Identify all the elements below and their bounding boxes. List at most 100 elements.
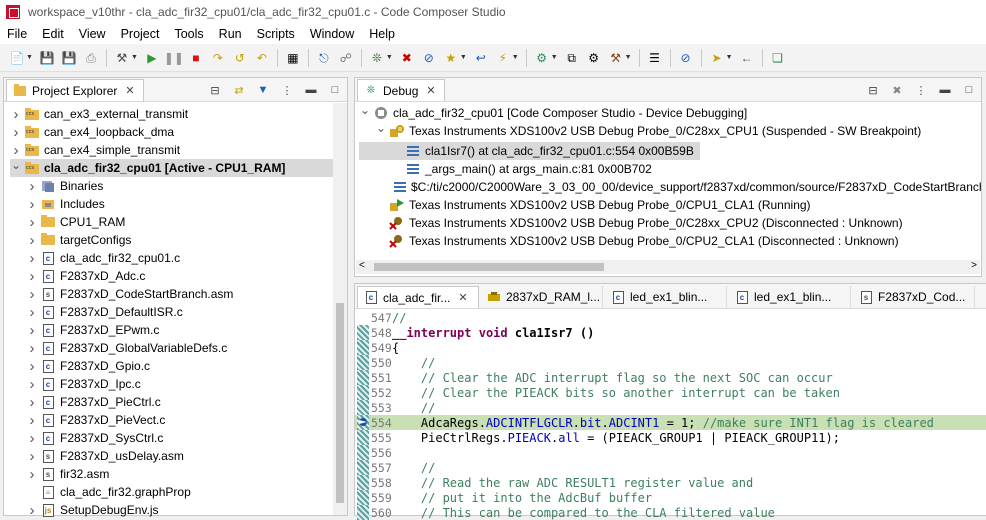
scroll-left-icon[interactable]: <: [359, 260, 365, 271]
menu-item-edit[interactable]: Edit: [35, 27, 72, 41]
collapsed-arrow-icon[interactable]: ›: [10, 142, 22, 159]
maximize-icon[interactable]: □: [327, 82, 343, 98]
debug-horizontal-scrollbar[interactable]: < >: [356, 260, 980, 274]
debug-config-icon[interactable]: ⚙: [534, 50, 550, 66]
code-line[interactable]: 547//: [355, 310, 986, 325]
project-tree-item[interactable]: › c cla_adc_fir32_cpu01.c: [10, 249, 347, 267]
project-tree-item[interactable]: › c F2837xD_Adc.c: [10, 267, 347, 285]
debug-config-dropdown-icon[interactable]: ▼: [551, 54, 558, 61]
tools-icon[interactable]: ⚒: [608, 50, 624, 66]
run-dropdown-icon[interactable]: ▼: [726, 54, 733, 61]
editor-tab[interactable]: 2837xD_RAM_l...: [481, 286, 603, 308]
code-line[interactable]: 557 //: [355, 460, 986, 475]
project-tree-item[interactable]: › ccs can_ex3_external_transmit: [10, 105, 347, 123]
back-icon[interactable]: ←: [739, 50, 755, 66]
flash-icon[interactable]: ⚡: [495, 50, 511, 66]
resume-icon[interactable]: ▶: [144, 50, 160, 66]
menu-item-scripts[interactable]: Scripts: [250, 27, 303, 41]
debug-tree-item[interactable]: cla1Isr7() at cla_adc_fir32_cpu01.c:554 …: [359, 142, 700, 160]
project-tree-item[interactable]: ≡ cla_adc_fir32.graphProp: [10, 483, 347, 501]
debug-tree-item[interactable]: Texas Instruments XDS100v2 USB Debug Pro…: [359, 232, 981, 250]
project-tree-item[interactable]: › js SetupDebugEnv.js: [10, 501, 347, 519]
minimize-icon[interactable]: ▬: [937, 82, 953, 98]
filter-icon[interactable]: ▼: [255, 82, 271, 98]
project-tree-item[interactable]: › Includes: [10, 195, 347, 213]
collapsed-arrow-icon[interactable]: ›: [26, 412, 38, 429]
project-tree-item[interactable]: › c F2837xD_Gpio.c: [10, 357, 347, 375]
debug-tree-item[interactable]: _args_main() at args_main.c:81 0x00B702: [359, 160, 981, 178]
collapsed-arrow-icon[interactable]: ›: [26, 340, 38, 357]
menu-item-window[interactable]: Window: [303, 27, 362, 41]
collapsed-arrow-icon[interactable]: ›: [10, 124, 22, 141]
save-icon[interactable]: 💾: [39, 50, 55, 66]
collapsed-arrow-icon[interactable]: ›: [26, 178, 38, 195]
collapsed-arrow-icon[interactable]: ›: [26, 304, 38, 321]
code-line[interactable]: 550 //: [355, 355, 986, 370]
menu-item-project[interactable]: Project: [114, 27, 168, 41]
code-editor[interactable]: 547//548 __interrupt void cla1Isr7 () 549{…: [355, 309, 986, 520]
scrollbar-thumb[interactable]: [374, 263, 604, 271]
collapsed-arrow-icon[interactable]: ›: [26, 394, 38, 411]
scroll-right-icon[interactable]: >: [971, 260, 977, 271]
project-tree-item[interactable]: ⌄ ccs cla_adc_fir32_cpu01 [Active - CPU1_R…: [10, 158, 347, 177]
project-explorer-scrollbar[interactable]: [333, 103, 347, 515]
project-tree-item[interactable]: › Binaries: [10, 177, 347, 195]
project-tree-item[interactable]: › s F2837xD_usDelay.asm: [10, 447, 347, 465]
project-tree-item[interactable]: › CPU1_RAM: [10, 213, 347, 231]
project-tree-item[interactable]: › c F2837xD_PieVect.c: [10, 411, 347, 429]
new-icon[interactable]: 📄: [9, 50, 25, 66]
console-icon[interactable]: ☰: [647, 50, 663, 66]
debug-tree-item[interactable]: ⌄ Texas Instruments XDS100v2 USB Debug Pr…: [359, 121, 981, 140]
project-tree-item[interactable]: › c F2837xD_GlobalVariableDefs.c: [10, 339, 347, 357]
tab-project-explorer[interactable]: Project Explorer ✕: [6, 79, 144, 101]
collapsed-arrow-icon[interactable]: ›: [26, 322, 38, 339]
editor-tab[interactable]: c led_ex1_blin...: [729, 286, 851, 308]
connect-icon[interactable]: ⎋: [316, 50, 332, 66]
minimize-icon[interactable]: ▬: [303, 82, 319, 98]
editor-tab[interactable]: c cla_adc_fir... ✕: [357, 286, 479, 308]
debug-tree-item[interactable]: $C:/ti/c2000/C2000Ware_3_03_00_00/device…: [359, 178, 981, 196]
close-icon[interactable]: ✕: [125, 84, 134, 97]
debug-dropdown-icon[interactable]: ▼: [386, 54, 393, 61]
memory-icon[interactable]: ▦: [285, 50, 301, 66]
code-line[interactable]: 556: [355, 445, 986, 460]
collapsed-arrow-icon[interactable]: ›: [26, 196, 38, 213]
collapsed-arrow-icon[interactable]: ›: [26, 214, 38, 231]
step-over-icon[interactable]: ↺: [232, 50, 248, 66]
collapsed-arrow-icon[interactable]: ›: [26, 268, 38, 285]
step-into-icon[interactable]: ↷: [210, 50, 226, 66]
scrollbar-thumb[interactable]: [336, 303, 344, 503]
open-perspective-icon[interactable]: ❏: [770, 50, 786, 66]
project-tree-item[interactable]: › s fir32.asm: [10, 465, 347, 483]
suspend-icon[interactable]: ❚❚: [164, 50, 184, 66]
collapsed-arrow-icon[interactable]: ›: [26, 376, 38, 393]
code-line[interactable]: 560 // This can be compared to the CLA f…: [355, 505, 986, 520]
code-line[interactable]: 551 // Clear the ADC interrupt flag so t…: [355, 370, 986, 385]
code-line[interactable]: 559 // put it into the AdcBuf buffer: [355, 490, 986, 505]
project-tree-item[interactable]: › ccs can_ex4_loopback_dma: [10, 123, 347, 141]
expanded-arrow-icon[interactable]: ⌄: [10, 158, 22, 172]
project-tree-item[interactable]: › s F2837xD_CodeStartBranch.asm: [10, 285, 347, 303]
code-line[interactable]: 552 // Clear the PIEACK bits so another …: [355, 385, 986, 400]
editor-tab[interactable]: s F2837xD_Cod...: [853, 286, 975, 308]
run-to-line-icon[interactable]: ➤: [709, 50, 725, 66]
code-line[interactable]: 555 PieCtrlRegs.PIEACK.all = (PIEACK_GRO…: [355, 430, 986, 445]
code-line[interactable]: 549{: [355, 340, 986, 355]
collapsed-arrow-icon[interactable]: ›: [26, 232, 38, 249]
menu-item-view[interactable]: View: [72, 27, 114, 41]
debug-tree-item[interactable]: Texas Instruments XDS100v2 USB Debug Pro…: [359, 196, 981, 214]
collapse-all-icon[interactable]: ⊟: [207, 82, 223, 98]
expressions-icon[interactable]: ⧉: [564, 50, 580, 66]
menu-item-help[interactable]: Help: [362, 27, 403, 41]
project-tree-item[interactable]: › ccs can_ex4_simple_transmit: [10, 141, 347, 159]
expanded-arrow-icon[interactable]: ⌄: [359, 103, 371, 117]
step-return-icon[interactable]: ↶: [254, 50, 270, 66]
project-tree-item[interactable]: › c F2837xD_EPwm.c: [10, 321, 347, 339]
editor-tab[interactable]: c led_ex1_blin...: [605, 286, 727, 308]
load-program-icon[interactable]: ★: [443, 50, 459, 66]
expanded-arrow-icon[interactable]: ⌄: [375, 121, 387, 135]
load-dropdown-icon[interactable]: ▼: [460, 54, 467, 61]
collapsed-arrow-icon[interactable]: ›: [26, 286, 38, 303]
collapsed-arrow-icon[interactable]: ›: [10, 106, 22, 123]
terminate-icon[interactable]: ■: [188, 50, 204, 66]
